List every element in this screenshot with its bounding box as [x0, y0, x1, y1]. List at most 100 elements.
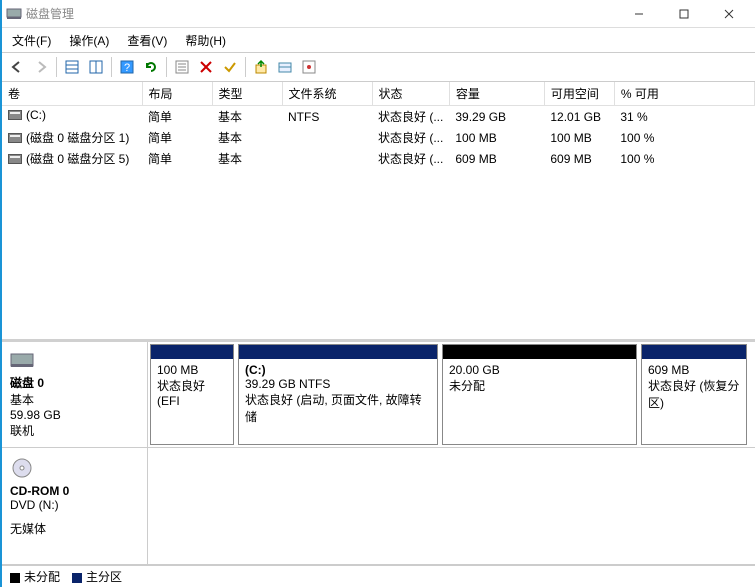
volume-row[interactable]: (C:) 简单 基本 NTFS 状态良好 (... 39.29 GB 12.01… — [2, 106, 755, 128]
toolbar-separator — [56, 57, 57, 77]
volume-status: 状态良好 (... — [372, 127, 449, 148]
volume-icon — [8, 154, 22, 164]
volume-row[interactable]: (磁盘 0 磁盘分区 1) 简单 基本 状态良好 (... 100 MB 100… — [2, 127, 755, 148]
legend-primary: 主分区 — [72, 568, 122, 585]
disk-info: 磁盘 0 基本 59.98 GB 联机 — [2, 342, 148, 447]
volume-table[interactable]: 卷 布局 类型 文件系统 状态 容量 可用空间 % 可用 (C:) 简单 基本 … — [2, 82, 755, 169]
disk-label: 磁盘 0 — [10, 374, 139, 391]
volume-name: (磁盘 0 磁盘分区 1) — [26, 129, 129, 146]
volume-pct: 31 % — [614, 106, 754, 128]
volume-fs: NTFS — [282, 106, 372, 128]
partition-desc: 状态良好 (启动, 页面文件, 故障转储 — [245, 391, 431, 425]
col-type[interactable]: 类型 — [212, 82, 282, 106]
partition[interactable]: 609 MB 状态良好 (恢复分区) — [641, 344, 747, 445]
view-detail-button[interactable] — [85, 56, 107, 78]
volume-capacity: 100 MB — [449, 127, 544, 148]
svg-text:?: ? — [124, 62, 130, 74]
volume-icon — [8, 133, 22, 143]
help-button[interactable]: ? — [116, 56, 138, 78]
partition-size: 100 MB — [157, 363, 227, 377]
volume-capacity: 609 MB — [449, 148, 544, 169]
volume-icon — [8, 110, 22, 120]
toolbar: ? — [2, 52, 755, 82]
export-button[interactable] — [250, 56, 272, 78]
menubar: 文件(F) 操作(A) 查看(V) 帮助(H) — [2, 28, 755, 52]
partition-desc: 未分配 — [449, 377, 630, 394]
disk-size: 59.98 GB — [10, 408, 139, 422]
volume-layout: 简单 — [142, 148, 212, 169]
col-status[interactable]: 状态 — [372, 82, 449, 106]
volume-fs — [282, 127, 372, 148]
view-list-button[interactable] — [61, 56, 83, 78]
volume-type: 基本 — [212, 127, 282, 148]
disk-icon — [10, 350, 139, 370]
menu-file[interactable]: 文件(F) — [10, 30, 53, 51]
volume-layout: 简单 — [142, 106, 212, 128]
forward-button[interactable] — [30, 56, 52, 78]
volume-status: 状态良好 (... — [372, 148, 449, 169]
minimize-button[interactable] — [616, 1, 661, 27]
volume-row[interactable]: (磁盘 0 磁盘分区 5) 简单 基本 状态良好 (... 609 MB 609… — [2, 148, 755, 169]
disk-info: CD-ROM 0 DVD (N:) 无媒体 — [2, 448, 148, 564]
volume-status: 状态良好 (... — [372, 106, 449, 128]
menu-action[interactable]: 操作(A) — [67, 30, 111, 51]
disk-row[interactable]: CD-ROM 0 DVD (N:) 无媒体 — [2, 448, 755, 565]
legend-unalloc-label: 未分配 — [24, 570, 60, 584]
partition-bar — [239, 345, 437, 359]
menu-help[interactable]: 帮助(H) — [183, 30, 228, 51]
partition[interactable]: 100 MB 状态良好 (EFI — [150, 344, 234, 445]
volume-list-pane: 卷 布局 类型 文件系统 状态 容量 可用空间 % 可用 (C:) 简单 基本 … — [2, 82, 755, 342]
volume-fs — [282, 148, 372, 169]
volume-name: (C:) — [26, 108, 46, 122]
col-free[interactable]: 可用空间 — [544, 82, 614, 106]
volume-type: 基本 — [212, 148, 282, 169]
app-icon — [6, 6, 22, 22]
col-pctfree[interactable]: % 可用 — [614, 82, 754, 106]
disk-row[interactable]: 磁盘 0 基本 59.98 GB 联机 100 MB 状态良好 (EFI (C:… — [2, 342, 755, 448]
volume-free: 100 MB — [544, 127, 614, 148]
volume-type: 基本 — [212, 106, 282, 128]
partition-size: 20.00 GB — [449, 363, 630, 377]
settings-button[interactable] — [171, 56, 193, 78]
disk-state: 联机 — [10, 422, 139, 439]
partition[interactable]: (C:) 39.29 GB NTFS 状态良好 (启动, 页面文件, 故障转储 — [238, 344, 438, 445]
col-volume[interactable]: 卷 — [2, 82, 142, 106]
apply-button[interactable] — [219, 56, 241, 78]
partition-strip: 100 MB 状态良好 (EFI (C:) 39.29 GB NTFS 状态良好… — [148, 342, 755, 447]
legend-swatch-primary-icon — [72, 573, 82, 583]
titlebar: 磁盘管理 — [2, 0, 755, 28]
volume-capacity: 39.29 GB — [449, 106, 544, 128]
volume-pct: 100 % — [614, 127, 754, 148]
menu-view[interactable]: 查看(V) — [125, 30, 169, 51]
volume-layout: 简单 — [142, 127, 212, 148]
delete-button[interactable] — [195, 56, 217, 78]
cdrom-state: 无媒体 — [10, 520, 139, 537]
close-button[interactable] — [706, 1, 751, 27]
col-layout[interactable]: 布局 — [142, 82, 212, 106]
back-button[interactable] — [6, 56, 28, 78]
disk-type: 基本 — [10, 391, 139, 408]
disk-graphical-pane: 磁盘 0 基本 59.98 GB 联机 100 MB 状态良好 (EFI (C:… — [2, 342, 755, 587]
col-filesystem[interactable]: 文件系统 — [282, 82, 372, 106]
window-title: 磁盘管理 — [26, 5, 616, 22]
cdrom-icon — [10, 456, 139, 480]
partition-bar — [642, 345, 746, 359]
partition-size: 609 MB — [648, 363, 740, 377]
partition-desc: 状态良好 (恢复分区) — [648, 377, 740, 411]
partition-size: 39.29 GB NTFS — [245, 377, 431, 391]
toolbar-separator — [166, 57, 167, 77]
volume-pct: 100 % — [614, 148, 754, 169]
cdrom-drive: DVD (N:) — [10, 498, 139, 512]
properties-button[interactable] — [298, 56, 320, 78]
toolbar-separator — [111, 57, 112, 77]
partition-strip — [148, 448, 755, 564]
partition-bar — [443, 345, 636, 359]
legend-primary-label: 主分区 — [86, 570, 122, 584]
volume-free: 12.01 GB — [544, 106, 614, 128]
rescan-button[interactable] — [274, 56, 296, 78]
refresh-button[interactable] — [140, 56, 162, 78]
partition-unallocated[interactable]: 20.00 GB 未分配 — [442, 344, 637, 445]
col-capacity[interactable]: 容量 — [449, 82, 544, 106]
legend-swatch-unalloc-icon — [10, 573, 20, 583]
maximize-button[interactable] — [661, 1, 706, 27]
